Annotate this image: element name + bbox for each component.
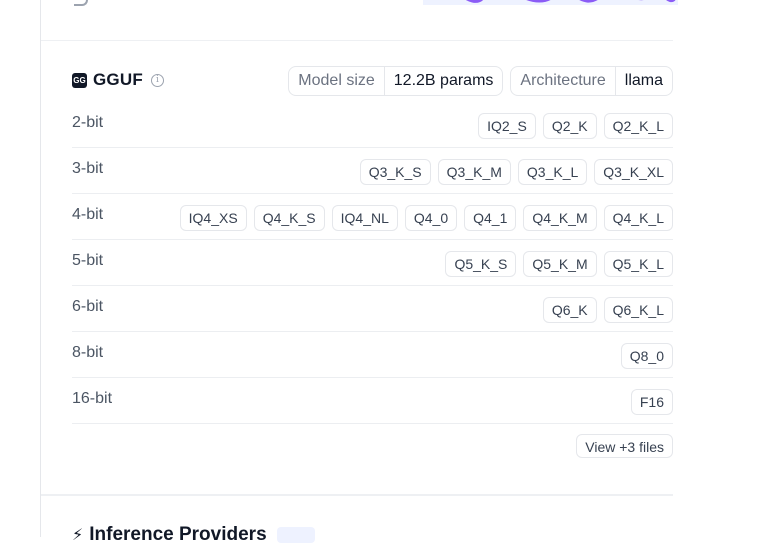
quant-row: 4-bit IQ4_XS Q4_K_S IQ4_NL Q4_0 Q4_1 Q4_K_M Q4_… <box>72 194 673 240</box>
quant-file-chip[interactable]: Q3_K_XL <box>594 159 673 185</box>
quantization-table: 2-bit IQ2_S Q2_K Q2_K_L 3-bit Q3_K_S Q3_K_M Q3_… <box>72 102 673 424</box>
model-size-label: Model size <box>289 67 385 95</box>
quant-row: 16-bit F16 <box>72 378 673 424</box>
quant-row: 6-bit Q6_K Q6_K_L <box>72 286 673 332</box>
quant-file-chip[interactable]: IQ2_S <box>478 113 536 139</box>
quant-file-chip[interactable]: IQ4_NL <box>331 205 398 231</box>
inference-providers-title: Inference Providers <box>89 524 267 545</box>
quant-chip-group: IQ2_S Q2_K Q2_K_L <box>478 113 673 139</box>
quant-file-chip[interactable]: Q5_K_L <box>603 251 673 277</box>
quant-file-chip[interactable]: Q2_K_L <box>603 113 673 139</box>
quant-file-chip[interactable]: Q6_K_L <box>603 297 673 323</box>
bit-label: 5-bit <box>72 252 104 269</box>
lightning-icon: ⚡ <box>72 527 84 544</box>
section-divider <box>41 40 673 41</box>
quant-chip-group: Q6_K Q6_K_L <box>542 297 673 323</box>
quant-file-chip[interactable]: Q4_K_L <box>603 205 673 231</box>
model-size-pill: Model size 12.2B params <box>288 66 504 96</box>
inference-providers-header: ⚡ Inference Providers <box>72 524 315 546</box>
quant-file-chip[interactable]: Q4_1 <box>464 205 517 231</box>
quant-chip-group: IQ4_XS Q4_K_S IQ4_NL Q4_0 Q4_1 Q4_K_M Q4_K_L <box>179 205 673 231</box>
quant-file-chip[interactable]: Q3_K_S <box>359 159 431 185</box>
quant-file-chip[interactable]: Q8_0 <box>620 343 673 369</box>
quant-chip-group: Q5_K_S Q5_K_M Q5_K_L <box>445 251 673 277</box>
gguf-title: GGUF <box>93 70 143 89</box>
model-meta: Model size 12.2B params Architecture lla… <box>288 66 673 96</box>
section-divider <box>41 494 673 496</box>
bit-label: 8-bit <box>72 344 104 361</box>
bit-label: 6-bit <box>72 298 104 315</box>
quant-row: 3-bit Q3_K_S Q3_K_M Q3_K_L Q3_K_XL <box>72 148 673 194</box>
architecture-value: llama <box>624 72 663 89</box>
bit-label: 3-bit <box>72 160 104 177</box>
bit-label: 4-bit <box>72 206 104 223</box>
quant-file-chip[interactable]: Q6_K <box>542 297 597 323</box>
purple-graphic-fragment <box>423 0 678 5</box>
cut-off-icon <box>74 0 88 6</box>
gguf-logo-icon: GG <box>72 72 87 88</box>
quant-chip-group: Q3_K_S Q3_K_M Q3_K_L Q3_K_XL <box>359 159 673 185</box>
quant-row: 8-bit Q8_0 <box>72 332 673 378</box>
architecture-pill: Architecture llama <box>510 66 673 96</box>
quant-file-chip[interactable]: Q5_K_M <box>523 251 597 277</box>
architecture-label: Architecture <box>511 67 616 95</box>
quant-file-chip[interactable]: Q4_K_M <box>523 205 597 231</box>
quant-file-chip[interactable]: Q3_K_M <box>437 159 511 185</box>
view-more-row: View +3 files <box>576 434 673 458</box>
quant-file-chip[interactable]: Q2_K <box>542 113 597 139</box>
quant-row: 5-bit Q5_K_S Q5_K_M Q5_K_L <box>72 240 673 286</box>
gguf-title-group: GG GGUF i <box>72 70 164 90</box>
status-badge <box>276 527 315 543</box>
info-icon[interactable]: i <box>150 73 164 87</box>
model-card-panel: GG GGUF i Model size 12.2B params Archit… <box>40 0 678 545</box>
model-size-value: 12.2B params <box>393 72 494 89</box>
quant-chip-group: Q8_0 <box>620 343 673 369</box>
quant-chip-group: F16 <box>630 389 673 415</box>
gguf-header: GG GGUF i Model size 12.2B params Archit… <box>72 66 673 96</box>
quant-file-chip[interactable]: Q4_K_S <box>253 205 325 231</box>
bit-label: 16-bit <box>72 390 113 407</box>
view-more-files-button[interactable]: View +3 files <box>576 434 673 458</box>
quant-file-chip[interactable]: IQ4_XS <box>179 205 247 231</box>
quant-file-chip[interactable]: Q5_K_S <box>445 251 517 277</box>
quant-file-chip[interactable]: Q4_0 <box>404 205 458 231</box>
quant-file-chip[interactable]: F16 <box>630 389 673 415</box>
quant-row: 2-bit IQ2_S Q2_K Q2_K_L <box>72 102 673 148</box>
quant-file-chip[interactable]: Q3_K_L <box>517 159 588 185</box>
bit-label: 2-bit <box>72 114 104 131</box>
